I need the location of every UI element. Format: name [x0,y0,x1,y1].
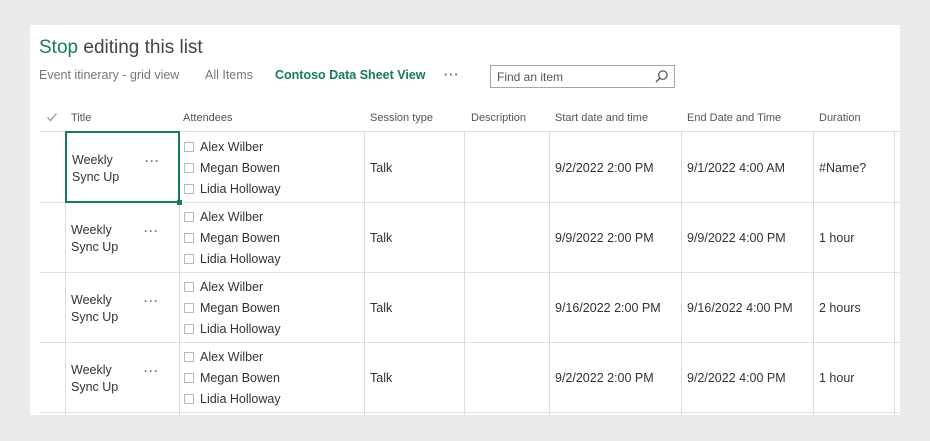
checkbox-icon[interactable] [184,394,194,404]
view-tab-contoso-data-sheet[interactable]: Contoso Data Sheet View [275,68,426,82]
title-text: Weekly Sync Up [72,153,120,184]
checkbox-icon[interactable] [184,324,194,334]
title-cell[interactable]: Weekly Sync Up ··· [65,342,180,414]
view-tab-event-itinerary[interactable]: Event itinerary - grid view [39,68,179,82]
attendee-name: Lidia Holloway [200,182,281,196]
duration-cell[interactable]: 2 hours [819,301,861,315]
duration-cell[interactable]: #Name? [819,161,866,175]
duration-cell[interactable]: 1 hour [819,371,854,385]
attendee-name: Lidia Holloway [200,252,281,266]
checkbox-icon[interactable] [184,142,194,152]
page-title-text: editing this list [78,37,203,58]
attendee-name: Megan Bowen [200,301,280,315]
column-header-description[interactable]: Description [471,105,526,131]
attendee-item[interactable]: Alex Wilber [184,350,263,368]
attendee-item[interactable]: Lidia Holloway [184,252,281,270]
column-header-duration[interactable]: Duration [819,105,861,131]
attendee-name: Lidia Holloway [200,392,281,406]
duration-cell[interactable]: 1 hour [819,231,854,245]
view-tab-all-items[interactable]: All Items [205,68,253,82]
column-divider [549,132,550,415]
start-date-cell[interactable]: 9/2/2022 2:00 PM [555,161,654,175]
checkbox-icon[interactable] [184,254,194,264]
end-date-cell[interactable]: 9/2/2022 4:00 PM [687,371,786,385]
session-type-cell[interactable]: Talk [370,371,392,385]
search-icon[interactable] [654,69,669,84]
attendee-name: Alex Wilber [200,210,264,224]
session-type-cell[interactable]: Talk [370,301,392,315]
item-menu-button[interactable]: ··· [145,154,160,168]
attendee-item[interactable]: Alex Wilber [184,280,263,298]
start-date-cell[interactable]: 9/2/2022 2:00 PM [555,371,654,385]
checkbox-icon[interactable] [184,212,194,222]
checkbox-icon[interactable] [184,163,194,173]
column-header-attendees[interactable]: Attendees [183,105,233,131]
attendee-name: Alex Wilber [200,280,264,294]
checkbox-icon[interactable] [184,373,194,383]
title-text: Weekly Sync Up [71,223,119,254]
attendee-name: Megan Bowen [200,231,280,245]
title-text: Weekly Sync Up [71,363,119,394]
session-type-cell[interactable]: Talk [370,161,392,175]
session-type-cell[interactable]: Talk [370,231,392,245]
checkbox-icon[interactable] [184,352,194,362]
attendee-name: Megan Bowen [200,371,280,385]
end-date-cell[interactable]: 9/1/2022 4:00 AM [687,161,785,175]
attendee-name: Lidia Holloway [200,322,281,336]
checkbox-icon[interactable] [184,184,194,194]
column-divider [681,132,682,415]
search-box [490,65,675,88]
column-divider [813,132,814,415]
page-title: Stop editing this list [39,37,203,59]
list-panel: Stop editing this list Event itinerary -… [30,25,900,415]
attendee-item[interactable]: Megan Bowen [184,231,280,249]
attendee-item[interactable]: Alex Wilber [184,210,263,228]
attendee-name: Alex Wilber [200,140,264,154]
checkbox-icon[interactable] [184,233,194,243]
checkbox-icon[interactable] [184,282,194,292]
end-date-cell[interactable]: 9/16/2022 4:00 PM [687,301,793,315]
select-all-checkmark-icon[interactable] [46,111,58,123]
title-cell[interactable]: Weekly Sync Up ··· [65,202,180,274]
checkbox-icon[interactable] [184,303,194,313]
title-text: Weekly Sync Up [71,293,119,324]
item-menu-button[interactable]: ··· [144,364,159,378]
attendee-item[interactable]: Lidia Holloway [184,392,281,410]
attendee-item[interactable]: Lidia Holloway [184,182,281,200]
column-header-end[interactable]: End Date and Time [687,105,781,131]
item-menu-button[interactable]: ··· [144,224,159,238]
column-header-title[interactable]: Title [71,105,91,131]
start-date-cell[interactable]: 9/9/2022 2:00 PM [555,231,654,245]
title-cell[interactable]: Weekly Sync Up ··· [65,272,180,344]
item-menu-button[interactable]: ··· [144,294,159,308]
stop-editing-link[interactable]: Stop [39,37,78,58]
attendee-item[interactable]: Alex Wilber [184,140,263,158]
search-input[interactable] [491,66,646,87]
more-views-button[interactable]: ··· [444,68,460,82]
attendee-item[interactable]: Megan Bowen [184,161,280,179]
column-header-start[interactable]: Start date and time [555,105,648,131]
title-cell-selected[interactable]: Weekly Sync Up ··· [65,131,182,205]
column-divider [464,132,465,415]
column-header-session-type[interactable]: Session type [370,105,433,131]
attendee-item[interactable]: Lidia Holloway [184,322,281,340]
attendee-item[interactable]: Megan Bowen [184,301,280,319]
attendee-name: Alex Wilber [200,350,264,364]
start-date-cell[interactable]: 9/16/2022 2:00 PM [555,301,661,315]
attendee-item[interactable]: Megan Bowen [184,371,280,389]
end-date-cell[interactable]: 9/9/2022 4:00 PM [687,231,786,245]
column-divider [364,132,365,415]
attendee-name: Megan Bowen [200,161,280,175]
column-divider [894,132,895,415]
